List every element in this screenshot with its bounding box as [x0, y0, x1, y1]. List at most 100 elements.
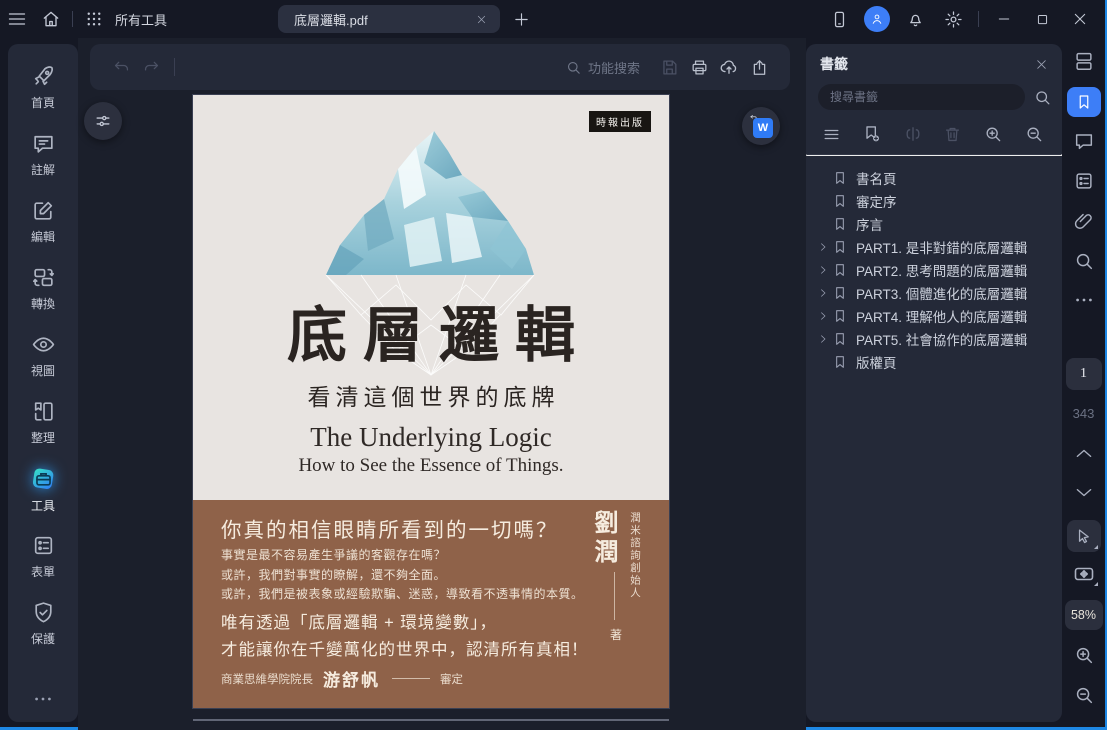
bookmarks-menu-icon[interactable] — [822, 125, 841, 144]
bookmark-icon — [836, 263, 844, 276]
expand-chevron[interactable] — [814, 263, 832, 277]
previous-page-button[interactable] — [1074, 446, 1094, 460]
save-button[interactable] — [654, 52, 684, 82]
shield-check-icon — [34, 602, 52, 623]
expand-all-icon[interactable] — [983, 124, 1003, 144]
sidebar-item-tools[interactable]: 工具 — [8, 456, 78, 523]
mobile-device-button[interactable] — [822, 4, 856, 34]
reviewer-prefix: 商業思維學院院長 — [221, 673, 313, 686]
sidebar-item-forms[interactable]: 表單 — [8, 523, 78, 590]
sidebar-item-home[interactable]: 首頁 — [8, 54, 78, 121]
total-pages: 343 — [1072, 406, 1095, 421]
bookmark-icon — [1079, 95, 1088, 109]
pan-tool-button[interactable] — [1072, 562, 1098, 586]
all-tools-label[interactable]: 所有工具 — [115, 10, 167, 29]
zoom-in-icon — [1076, 647, 1092, 664]
sidebar-item-annotate[interactable]: 註解 — [8, 121, 78, 188]
rail-more-button[interactable] — [1073, 296, 1095, 304]
zoom-level-box[interactable]: 58% — [1064, 600, 1103, 630]
expand-chevron[interactable] — [814, 240, 832, 254]
sidebar-item-protect[interactable]: 保護 — [8, 590, 78, 657]
maximize-button[interactable] — [1025, 4, 1059, 34]
attachments-panel-button[interactable] — [1073, 210, 1095, 232]
printer-icon — [692, 60, 706, 74]
comments-panel-button[interactable] — [1073, 130, 1095, 152]
chevron-right-icon — [821, 334, 826, 343]
bookmarks-search-icon[interactable] — [1033, 88, 1052, 107]
bookmark-item-expandable[interactable]: PART4. 理解他人的底層邏輯 — [806, 304, 1062, 327]
bookmark-item[interactable]: 序言 — [806, 212, 1062, 235]
bookmark-icon — [836, 217, 844, 230]
notifications-button[interactable] — [898, 4, 932, 34]
dropdown-corner — [1093, 545, 1098, 549]
zoom-out-button[interactable] — [1073, 684, 1095, 706]
zoom-level-value: 58% — [1070, 608, 1097, 622]
add-bookmark-icon[interactable] — [862, 124, 882, 144]
rename-bookmark-icon[interactable] — [903, 124, 923, 144]
bookmark-item-expandable[interactable]: PART2. 思考問題的底層邏輯 — [806, 258, 1062, 281]
bookmarks-search-input[interactable] — [818, 84, 1025, 110]
sidebar-item-edit[interactable]: 編輯 — [8, 188, 78, 255]
sidebar-item-view[interactable]: 視圖 — [8, 322, 78, 389]
minimize-button[interactable] — [987, 4, 1021, 34]
undo-icon — [114, 61, 128, 71]
function-search[interactable]: 功能搜索 — [565, 58, 640, 77]
bookmark-item[interactable]: 書名頁 — [806, 166, 1062, 189]
current-page-box[interactable]: 1 — [1065, 358, 1102, 390]
cover-body-line: 或許，我們對事實的瞭解，還不夠全面。 — [221, 567, 447, 582]
home-button[interactable] — [34, 4, 68, 34]
expand-chevron[interactable] — [814, 286, 832, 300]
tab-close-button[interactable] — [472, 10, 490, 28]
redo-icon — [144, 61, 158, 71]
bookmarks-panel-button[interactable] — [1066, 87, 1101, 117]
bookmarks-close-button[interactable] — [1035, 58, 1048, 71]
zoom-in-button[interactable] — [1073, 644, 1095, 666]
bookmark-item[interactable]: 版權頁 — [806, 350, 1062, 373]
bookmark-label: PART1. 是非對錯的底層邏輯 — [856, 240, 1028, 256]
new-tab-button[interactable] — [506, 4, 536, 34]
sidebar-more-button[interactable] — [32, 690, 54, 708]
sidebar-item-organize[interactable]: 整理 — [8, 389, 78, 456]
fields-panel-button[interactable] — [1073, 170, 1095, 192]
all-tools-button[interactable] — [77, 4, 111, 34]
sidebar-item-label: 轉換 — [30, 297, 55, 311]
share-button[interactable] — [744, 52, 774, 82]
redo-button[interactable] — [136, 52, 166, 82]
delete-bookmark-icon[interactable] — [943, 125, 962, 144]
close-icon — [477, 15, 485, 23]
search-panel-button[interactable] — [1073, 250, 1095, 272]
undo-button[interactable] — [106, 52, 136, 82]
account-button[interactable] — [860, 4, 894, 34]
convert-icon — [32, 268, 54, 287]
cloud-upload-button[interactable] — [714, 52, 744, 82]
bookmark-item-expandable[interactable]: PART5. 社會協作的底層邏輯 — [806, 327, 1062, 350]
expand-chevron[interactable] — [814, 309, 832, 323]
quick-toolbar: 功能搜索 — [90, 44, 790, 90]
expand-chevron[interactable] — [814, 332, 832, 346]
bookmark-item-expandable[interactable]: PART3. 個體進化的底層邏輯 — [806, 281, 1062, 304]
bookmark-icon — [836, 309, 844, 322]
thumbnails-panel-button[interactable] — [1073, 50, 1095, 72]
tablet-icon — [834, 11, 844, 27]
pdf-page[interactable]: 時報出版 底層邏輯 看清這個世界的底牌 The Underlying Logic… — [193, 95, 669, 708]
bookmark-label: PART5. 社會協作的底層邏輯 — [856, 332, 1028, 348]
bookmark-item[interactable]: 審定序 — [806, 189, 1062, 212]
reviewer-suffix: 審定 — [440, 673, 463, 686]
bookmark-label: 版權頁 — [856, 355, 897, 371]
next-page-button[interactable] — [1074, 486, 1094, 500]
author-role: 著 — [609, 628, 622, 642]
select-tool-button[interactable] — [1066, 520, 1101, 552]
convert-to-word-floating-button[interactable]: W — [742, 107, 780, 145]
bookmark-item-expandable[interactable]: PART1. 是非對錯的底層邏輯 — [806, 235, 1062, 258]
cover-body-line: 事實是最不容易產生爭議的客觀存在嗎？ — [221, 548, 447, 562]
sidebar-item-convert[interactable]: 轉換 — [8, 255, 78, 322]
bookmark-label: PART2. 思考問題的底層邏輯 — [856, 263, 1028, 279]
print-button[interactable] — [684, 52, 714, 82]
view-settings-floating-button[interactable] — [84, 102, 122, 140]
chevron-placeholder — [814, 171, 832, 185]
settings-button[interactable] — [936, 4, 970, 34]
close-window-button[interactable] — [1063, 4, 1097, 34]
main-menu-button[interactable] — [0, 4, 34, 34]
document-tab[interactable]: 底層邏輯.pdf — [278, 5, 500, 33]
collapse-all-icon[interactable] — [1024, 124, 1044, 144]
